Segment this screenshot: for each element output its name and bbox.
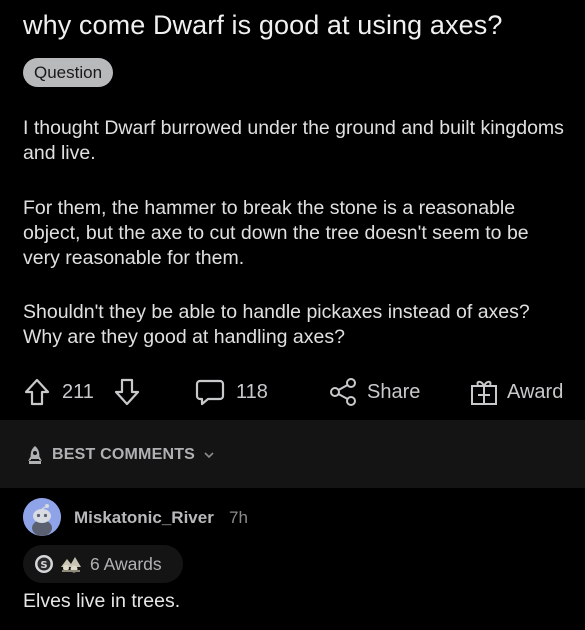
comments-button[interactable] — [194, 372, 226, 412]
share-icon — [330, 378, 356, 406]
comment-count: 118 — [236, 380, 268, 403]
sort-dropdown[interactable]: BEST COMMENTS — [24, 444, 215, 466]
comment-time: 7h — [229, 508, 248, 527]
rocket-icon — [28, 446, 42, 464]
post-paragraph: Shouldn't they be able to handle pickaxe… — [23, 301, 530, 348]
sort-label: BEST COMMENTS — [52, 446, 196, 463]
post-paragraph: For them, the hammer to break the stone … — [23, 197, 529, 269]
award-label[interactable]: Award — [507, 372, 563, 412]
arrow-down-icon — [114, 378, 140, 406]
vote-count: 211 — [62, 380, 94, 403]
comment-author[interactable]: Miskatonic_River — [74, 508, 214, 528]
comment-body: Elves live in trees. — [23, 590, 181, 612]
comment-awards[interactable]: S 6 Awards — [23, 545, 183, 583]
wholesome-award-icon — [61, 557, 81, 573]
gift-icon — [471, 380, 497, 405]
post-actions: 211 118 Share Award — [0, 372, 585, 412]
svg-text:S: S — [40, 560, 47, 571]
post-title[interactable]: why come Dwarf is good at using axes? — [23, 10, 502, 41]
post-flair[interactable]: Question — [23, 58, 114, 87]
upvote-button[interactable] — [23, 372, 51, 412]
avatar[interactable] — [23, 498, 61, 536]
silver-award-icon: S — [35, 555, 53, 573]
chevron-down-icon — [204, 452, 214, 459]
snoo-avatar-icon — [23, 498, 61, 536]
post: why come Dwarf is good at using axes? Qu… — [0, 0, 585, 420]
awards-count: 6 Awards — [90, 553, 162, 574]
share-button[interactable] — [327, 372, 359, 412]
post-paragraph: I thought Dwarf burrowed under the groun… — [23, 117, 564, 164]
speech-bubble-icon — [195, 379, 225, 406]
arrow-up-icon — [24, 378, 50, 406]
award-button[interactable] — [469, 372, 499, 412]
downvote-button[interactable] — [113, 372, 141, 412]
share-label[interactable]: Share — [367, 372, 420, 412]
